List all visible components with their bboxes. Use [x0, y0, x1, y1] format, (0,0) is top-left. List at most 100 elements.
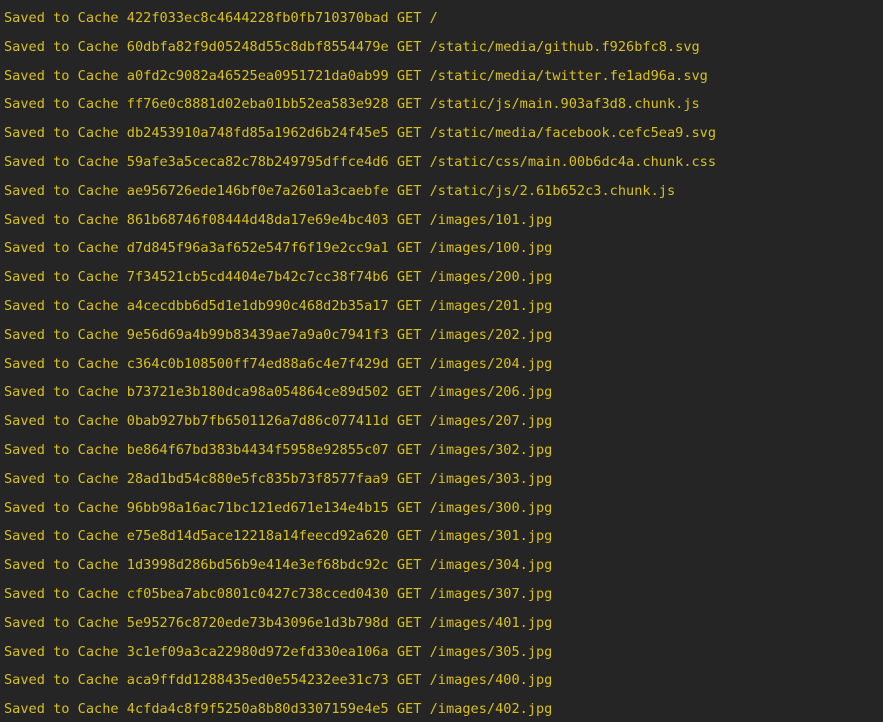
log-path: /images/301.jpg — [429, 528, 553, 545]
log-status: Saved to Cache — [4, 269, 119, 286]
log-hash: 422f033ec8c4644228fb0fb710370bad — [126, 10, 389, 26]
log-status: Saved to Cache — [4, 153, 119, 170]
log-method: GET — [396, 384, 422, 401]
log-path: /images/402.jpg — [429, 701, 553, 718]
log-hash: ff76e0c8881d02eba01bb52ea583e928 — [126, 96, 389, 113]
log-method: GET — [396, 153, 422, 170]
log-status: Saved to Cache — [4, 499, 119, 516]
log-line-18: Saved to Cache 96bb98a16ac71bc121ed671e1… — [4, 494, 883, 523]
log-line-21: Saved to Cache cf05bea7abc0801c0427c738c… — [4, 580, 883, 609]
log-path: /static/media/github.f926bfc8.svg — [429, 38, 700, 55]
log-status: Saved to Cache — [4, 614, 119, 631]
log-hash: 59afe3a5ceca82c78b249795dffce4d6 — [126, 153, 389, 170]
log-method: GET — [396, 297, 422, 314]
log-line-9: Saved to Cache d7d845f96a3af652e547f6f19… — [4, 234, 883, 263]
log-method: GET — [396, 528, 422, 545]
log-path: /images/400.jpg — [429, 672, 553, 689]
log-status: Saved to Cache — [4, 326, 119, 343]
log-path: /static/js/main.903af3d8.chunk.js — [429, 96, 700, 113]
log-path: /static/media/twitter.fe1ad96a.svg — [429, 67, 708, 84]
log-method: GET — [396, 614, 422, 631]
console-output: Saved to Cache 422f033ec8c4644228fb0fb71… — [0, 0, 883, 722]
log-path: /images/305.jpg — [429, 643, 553, 660]
log-status: Saved to Cache — [4, 125, 119, 142]
log-status: Saved to Cache — [4, 211, 119, 228]
log-method: GET — [396, 182, 422, 199]
log-hash: 7f34521cb5cd4404e7b42c7cc38f74b6 — [126, 269, 389, 286]
log-path: /images/206.jpg — [429, 384, 553, 401]
log-hash: aca9ffdd1288435ed0e554232ee31c73 — [126, 672, 389, 689]
log-status: Saved to Cache — [4, 441, 119, 458]
log-path: /static/media/facebook.cefc5ea9.svg — [429, 125, 717, 142]
log-method: GET — [396, 10, 422, 26]
log-path: /images/302.jpg — [429, 441, 553, 458]
log-status: Saved to Cache — [4, 355, 119, 372]
log-line-19: Saved to Cache e75e8d14d5ace12218a14feec… — [4, 522, 883, 551]
log-line-4: Saved to Cache ff76e0c8881d02eba01bb52ea… — [4, 90, 883, 119]
log-line-23: Saved to Cache 3c1ef09a3ca22980d972efd33… — [4, 638, 883, 667]
log-hash: e75e8d14d5ace12218a14feecd92a620 — [126, 528, 389, 545]
log-method: GET — [396, 355, 422, 372]
log-hash: 0bab927bb7fb6501126a7d86c077411d — [126, 413, 389, 430]
log-line-25: Saved to Cache 4cfda4c8f9f5250a8b80d3307… — [4, 695, 883, 722]
log-path: /images/101.jpg — [429, 211, 553, 228]
log-method: GET — [396, 413, 422, 430]
log-status: Saved to Cache — [4, 297, 119, 314]
log-status: Saved to Cache — [4, 585, 119, 602]
log-path: /images/304.jpg — [429, 557, 553, 574]
log-status: Saved to Cache — [4, 96, 119, 113]
log-line-11: Saved to Cache a4cecdbb6d5d1e1db990c468d… — [4, 292, 883, 321]
log-status: Saved to Cache — [4, 701, 119, 718]
log-hash: 28ad1bd54c880e5fc835b73f8577faa9 — [126, 470, 389, 487]
log-hash: 5e95276c8720ede73b43096e1d3b798d — [126, 614, 389, 631]
log-method: GET — [396, 701, 422, 718]
log-status: Saved to Cache — [4, 557, 119, 574]
log-method: GET — [396, 585, 422, 602]
log-method: GET — [396, 96, 422, 113]
log-line-14: Saved to Cache b73721e3b180dca98a054864c… — [4, 378, 883, 407]
log-line-17: Saved to Cache 28ad1bd54c880e5fc835b73f8… — [4, 465, 883, 494]
log-method: GET — [396, 269, 422, 286]
log-hash: 60dbfa82f9d05248d55c8dbf8554479e — [126, 38, 389, 55]
log-method: GET — [396, 125, 422, 142]
log-method: GET — [396, 499, 422, 516]
log-status: Saved to Cache — [4, 38, 119, 55]
log-hash: 9e56d69a4b99b83439ae7a9a0c7941f3 — [126, 326, 389, 343]
log-hash: 861b68746f08444d48da17e69e4bc403 — [126, 211, 389, 228]
log-line-7: Saved to Cache ae956726ede146bf0e7a2601a… — [4, 177, 883, 206]
log-status: Saved to Cache — [4, 643, 119, 660]
log-status: Saved to Cache — [4, 672, 119, 689]
log-status: Saved to Cache — [4, 10, 119, 26]
log-hash: a4cecdbb6d5d1e1db990c468d2b35a17 — [126, 297, 389, 314]
log-method: GET — [396, 470, 422, 487]
log-method: GET — [396, 67, 422, 84]
log-path: /static/js/2.61b652c3.chunk.js — [429, 182, 676, 199]
log-line-24: Saved to Cache aca9ffdd1288435ed0e554232… — [4, 666, 883, 695]
log-status: Saved to Cache — [4, 413, 119, 430]
log-line-1: Saved to Cache 422f033ec8c4644228fb0fb71… — [4, 4, 883, 33]
log-method: GET — [396, 326, 422, 343]
log-line-12: Saved to Cache 9e56d69a4b99b83439ae7a9a0… — [4, 321, 883, 350]
log-path: /images/303.jpg — [429, 470, 553, 487]
log-method: GET — [396, 38, 422, 55]
log-status: Saved to Cache — [4, 384, 119, 401]
log-hash: 4cfda4c8f9f5250a8b80d3307159e4e5 — [126, 701, 389, 718]
log-path: /images/100.jpg — [429, 240, 553, 257]
log-path: / — [429, 10, 438, 26]
log-hash: ae956726ede146bf0e7a2601a3caebfe — [126, 182, 389, 199]
log-line-20: Saved to Cache 1d3998d286bd56b9e414e3ef6… — [4, 551, 883, 580]
log-path: /images/200.jpg — [429, 269, 553, 286]
log-path: /images/204.jpg — [429, 355, 553, 372]
log-hash: a0fd2c9082a46525ea0951721da0ab99 — [126, 67, 389, 84]
log-method: GET — [396, 643, 422, 660]
log-line-13: Saved to Cache c364c0b108500ff74ed88a6c4… — [4, 350, 883, 379]
log-status: Saved to Cache — [4, 67, 119, 84]
log-line-10: Saved to Cache 7f34521cb5cd4404e7b42c7cc… — [4, 263, 883, 292]
log-hash: 96bb98a16ac71bc121ed671e134e4b15 — [126, 499, 389, 516]
log-hash: db2453910a748fd85a1962d6b24f45e5 — [126, 125, 389, 142]
log-path: /images/307.jpg — [429, 585, 553, 602]
log-line-16: Saved to Cache be864f67bd383b4434f5958e9… — [4, 436, 883, 465]
log-path: /images/300.jpg — [429, 499, 553, 516]
log-line-2: Saved to Cache 60dbfa82f9d05248d55c8dbf8… — [4, 33, 883, 62]
log-line-8: Saved to Cache 861b68746f08444d48da17e69… — [4, 206, 883, 235]
